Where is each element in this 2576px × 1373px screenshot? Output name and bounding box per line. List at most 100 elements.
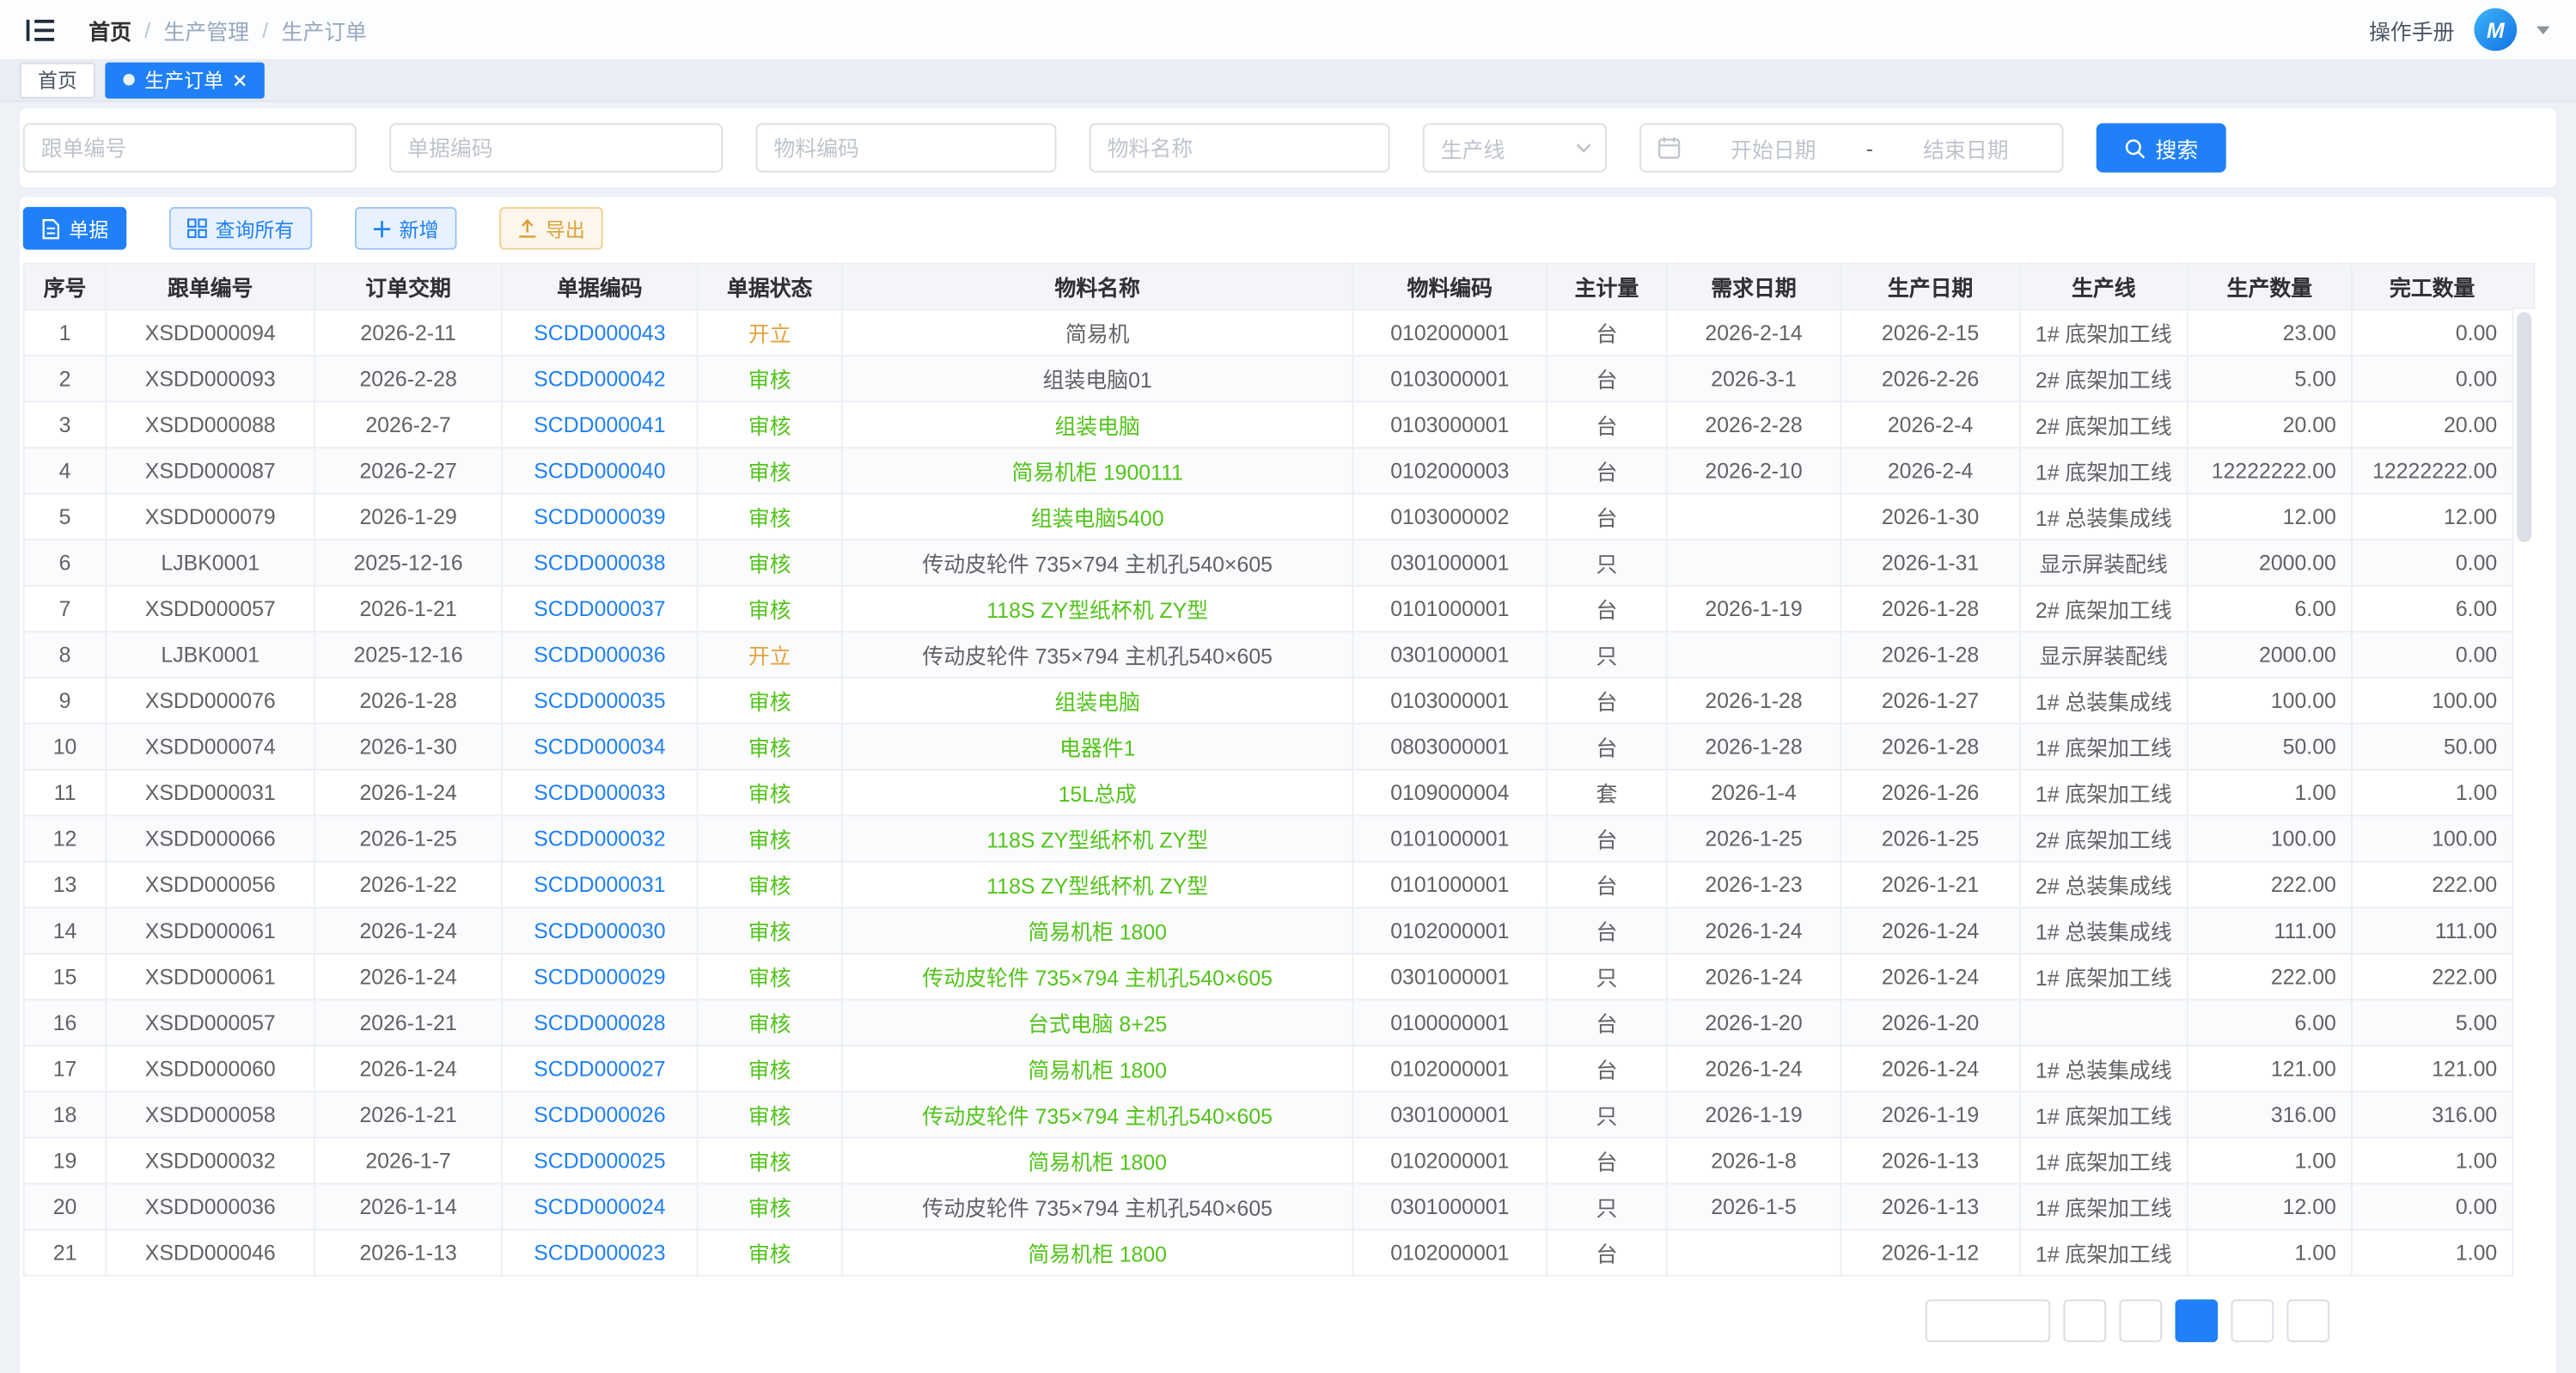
follow-order-no-input[interactable] [23, 123, 357, 172]
cell-doc_code[interactable]: SCDD000041 [502, 401, 698, 448]
breadcrumb-item[interactable]: 生产订单 [281, 14, 366, 45]
导出-button[interactable]: 导出 [499, 207, 602, 250]
table-row[interactable]: 5XSDD0000792026-1-29SCDD000039审核组装电脑5400… [24, 494, 2513, 540]
cell-prod_date: 2026-2-4 [1840, 448, 2019, 494]
cell-line: 1# 底架加工线 [2020, 1092, 2188, 1138]
table-row[interactable]: 8LJBK00012025-12-16SCDD000036开立传动皮轮件 735… [24, 632, 2513, 678]
cell-delivery: 2026-1-13 [314, 1230, 502, 1276]
chevron-down-icon[interactable] [2536, 26, 2549, 34]
cell-doc_code[interactable]: SCDD000037 [502, 586, 698, 632]
breadcrumb-item[interactable]: 首页 [89, 14, 131, 45]
current-page-button[interactable] [2175, 1299, 2218, 1342]
table-row[interactable]: 18XSDD0000582026-1-21SCDD000026审核传动皮轮件 7… [24, 1092, 2513, 1138]
table-row[interactable]: 20XSDD0000362026-1-14SCDD000024审核传动皮轮件 7… [24, 1184, 2513, 1230]
cell-doc_code[interactable]: SCDD000042 [502, 356, 698, 402]
cell-doc_code[interactable]: SCDD000031 [502, 862, 698, 908]
breadcrumb-item[interactable]: 生产管理 [164, 14, 249, 45]
table-row[interactable]: 11XSDD0000312026-1-24SCDD000033审核15L总成01… [24, 770, 2513, 816]
cell-doc_code[interactable]: SCDD000034 [502, 723, 698, 770]
table-row[interactable]: 4XSDD0000872026-2-27SCDD000040审核简易机柜 190… [24, 448, 2513, 494]
cell-line: 1# 底架加工线 [2020, 723, 2188, 770]
start-date-placeholder[interactable]: 开始日期 [1694, 132, 1853, 163]
scrollbar-thumb[interactable] [2517, 312, 2531, 542]
page-size-select[interactable] [1926, 1299, 2050, 1342]
page-button[interactable] [2119, 1299, 2162, 1342]
cell-qty: 222.00 [2188, 954, 2352, 1000]
cell-qty: 12.00 [2188, 1184, 2352, 1230]
date-range-picker[interactable]: 开始日期 - 结束日期 [1639, 123, 2063, 172]
production-line-select[interactable]: 生产线 [1423, 123, 1607, 172]
document-icon [41, 217, 61, 239]
tab-生产订单[interactable]: 生产订单 [105, 62, 264, 98]
新增-button[interactable]: 新增 [355, 207, 457, 250]
cell-delivery: 2026-1-25 [314, 815, 502, 862]
table-row[interactable]: 7XSDD0000572026-1-21SCDD000037审核118S ZY型… [24, 586, 2513, 632]
cell-doc_code[interactable]: SCDD000039 [502, 494, 698, 540]
chevron-down-icon [1576, 143, 1592, 152]
cell-doc_code[interactable]: SCDD000036 [502, 632, 698, 678]
cell-unit: 台 [1547, 815, 1667, 862]
cell-doc_code[interactable]: SCDD000029 [502, 954, 698, 1000]
cell-doc_code[interactable]: SCDD000025 [502, 1138, 698, 1184]
next-page-button[interactable] [2287, 1299, 2330, 1342]
cell-unit: 台 [1547, 1046, 1667, 1092]
material-code-input[interactable] [756, 123, 1057, 172]
table-row[interactable]: 19XSDD0000322026-1-7SCDD000025审核简易机柜 180… [24, 1138, 2513, 1184]
prev-page-button[interactable] [2063, 1299, 2106, 1342]
cell-doc_code[interactable]: SCDD000027 [502, 1046, 698, 1092]
table-row[interactable]: 3XSDD0000882026-2-7SCDD000041审核组装电脑01030… [24, 401, 2513, 448]
cell-doc_code[interactable]: SCDD000043 [502, 309, 698, 356]
doc-code-input[interactable] [389, 123, 723, 172]
cell-follow_no: XSDD000066 [106, 815, 314, 862]
end-date-placeholder[interactable]: 结束日期 [1886, 132, 2045, 163]
cell-doc_code[interactable]: SCDD000032 [502, 815, 698, 862]
cell-material_code: 0103000001 [1353, 356, 1547, 402]
manual-link[interactable]: 操作手册 [2369, 14, 2454, 45]
cell-delivery: 2026-1-21 [314, 1092, 502, 1138]
sidebar-toggle-icon[interactable] [27, 16, 56, 43]
table-row[interactable]: 15XSDD0000612026-1-24SCDD000029审核传动皮轮件 7… [24, 954, 2513, 1000]
cell-line: 2# 底架加工线 [2020, 586, 2188, 632]
cell-qty: 23.00 [2188, 309, 2352, 356]
单据-button[interactable]: 单据 [23, 207, 126, 250]
table-row[interactable]: 9XSDD0000762026-1-28SCDD000035审核组装电脑0103… [24, 678, 2513, 724]
table-row[interactable]: 10XSDD0000742026-1-30SCDD000034审核电器件1080… [24, 723, 2513, 770]
cell-doc_code[interactable]: SCDD000024 [502, 1184, 698, 1230]
table-row[interactable]: 16XSDD0000572026-1-21SCDD000028审核台式电脑 8+… [24, 999, 2513, 1046]
cell-follow_no: XSDD000088 [106, 401, 314, 448]
cell-status: 审核 [698, 540, 842, 586]
cell-doc_code[interactable]: SCDD000033 [502, 770, 698, 816]
table-row[interactable]: 1XSDD0000942026-2-11SCDD000043开立简易机01020… [24, 309, 2513, 356]
cell-line: 1# 底架加工线 [2020, 309, 2188, 356]
cell-done: 222.00 [2352, 954, 2512, 1000]
cell-doc_code[interactable]: SCDD000030 [502, 907, 698, 954]
table-row[interactable]: 12XSDD0000662026-1-25SCDD000032审核118S ZY… [24, 815, 2513, 862]
cell-doc_code[interactable]: SCDD000028 [502, 999, 698, 1046]
cell-doc_code[interactable]: SCDD000035 [502, 678, 698, 724]
avatar[interactable]: M [2474, 9, 2517, 52]
search-button[interactable]: 搜索 [2097, 123, 2226, 172]
cell-material_code: 0101000001 [1353, 586, 1547, 632]
cell-doc_code[interactable]: SCDD000038 [502, 540, 698, 586]
cell-no: 19 [24, 1138, 107, 1184]
table-row[interactable]: 2XSDD0000932026-2-28SCDD000042审核组装电脑0101… [24, 356, 2513, 402]
button-label: 查询所有 [216, 215, 295, 243]
cell-doc_code[interactable]: SCDD000040 [502, 448, 698, 494]
cell-doc_code[interactable]: SCDD000023 [502, 1230, 698, 1276]
table-row[interactable]: 21XSDD0000462026-1-13SCDD000023审核简易机柜 18… [24, 1230, 2513, 1276]
close-icon[interactable] [234, 73, 247, 86]
tab-首页[interactable]: 首页 [20, 62, 95, 98]
table-row[interactable]: 14XSDD0000612026-1-24SCDD000030审核简易机柜 18… [24, 907, 2513, 954]
table-row[interactable]: 6LJBK00012025-12-16SCDD000038审核传动皮轮件 735… [24, 540, 2513, 586]
search-button-label: 搜索 [2156, 132, 2199, 163]
cell-material: 传动皮轮件 735×794 主机孔540×605 [842, 1184, 1353, 1230]
cell-no: 18 [24, 1092, 107, 1138]
查询所有-button[interactable]: 查询所有 [169, 207, 312, 250]
material-name-input[interactable] [1090, 123, 1390, 172]
table-row[interactable]: 13XSDD0000562026-1-22SCDD000031审核118S ZY… [24, 862, 2513, 908]
table-row[interactable]: 17XSDD0000602026-1-24SCDD000027审核简易机柜 18… [24, 1046, 2513, 1092]
table-scrollbar[interactable] [2517, 312, 2531, 1306]
page-button[interactable] [2231, 1299, 2274, 1342]
cell-doc_code[interactable]: SCDD000026 [502, 1092, 698, 1138]
cell-material_code: 0301000001 [1353, 954, 1547, 1000]
